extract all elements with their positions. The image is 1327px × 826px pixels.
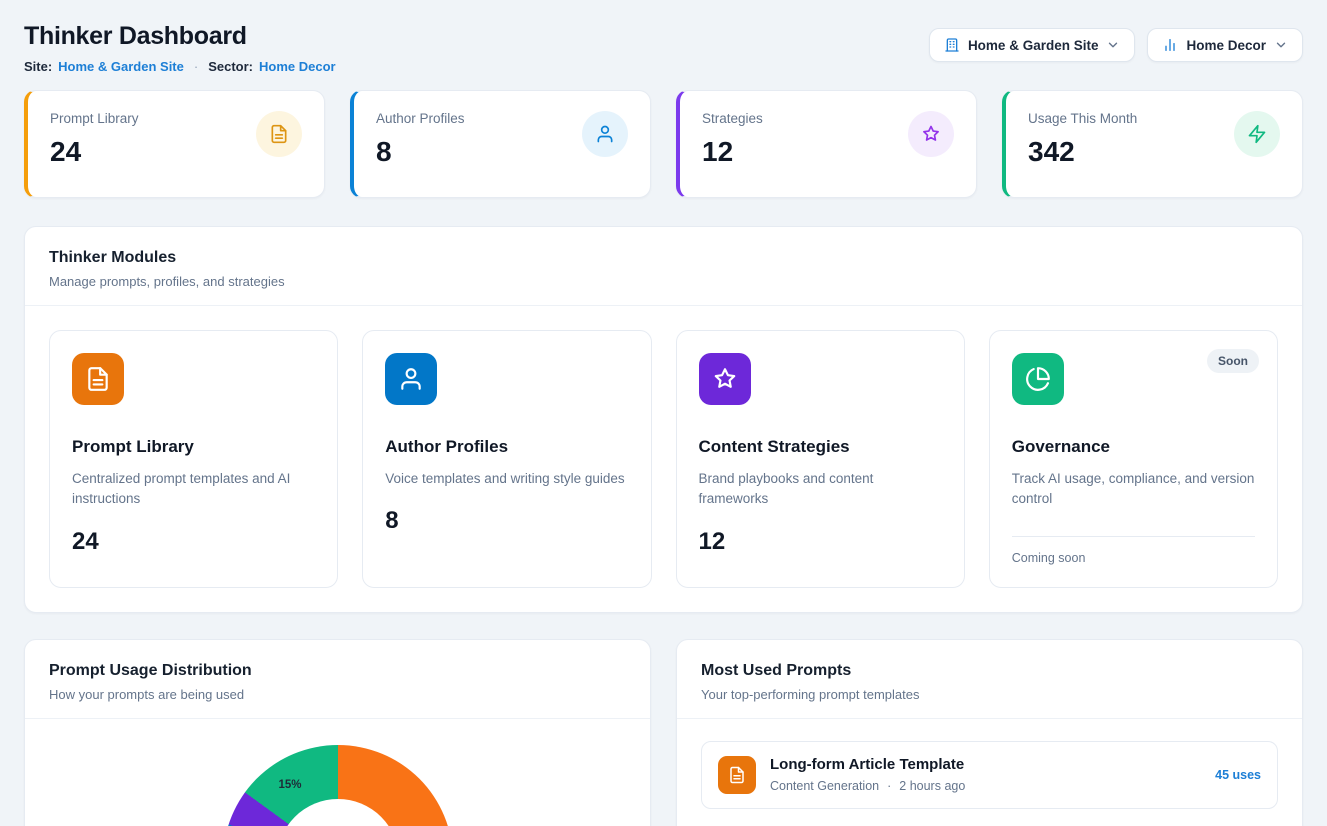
most-used-prompts-panel: Most Used Prompts Your top-performing pr… — [676, 639, 1303, 826]
stat-card-prompt-library: Prompt Library 24 — [24, 90, 325, 198]
page-header: Thinker Dashboard Site: Home & Garden Si… — [24, 22, 1303, 74]
module-count: 24 — [72, 528, 315, 556]
sector-selector-button[interactable]: Home Decor — [1147, 28, 1303, 62]
dashboard-page: Thinker Dashboard Site: Home & Garden Si… — [0, 0, 1327, 826]
prompt-item-time: 2 hours ago — [899, 779, 965, 793]
user-icon — [385, 353, 437, 405]
prompts-panel-header: Most Used Prompts Your top-performing pr… — [677, 640, 1302, 719]
modules-subtitle: Manage prompts, profiles, and strategies — [49, 274, 1278, 289]
breadcrumb-separator: · — [194, 59, 198, 74]
document-icon — [256, 111, 302, 157]
donut-chart: 15% — [223, 745, 453, 826]
module-title: Governance — [1012, 437, 1255, 457]
stat-card-strategies: Strategies 12 — [676, 90, 977, 198]
prompt-usage-panel: Prompt Usage Distribution How your promp… — [24, 639, 651, 826]
prompt-item-meta: Content Generation · 2 hours ago — [770, 779, 965, 793]
module-card-prompt-library[interactable]: Prompt Library Centralized prompt templa… — [49, 330, 338, 588]
document-icon — [72, 353, 124, 405]
document-icon — [718, 756, 756, 794]
uses-badge: 45 uses — [1215, 768, 1261, 782]
lightning-icon — [1234, 111, 1280, 157]
prompts-list: Long-form Article Template Content Gener… — [677, 719, 1302, 826]
prompt-item-title: Long-form Article Template — [770, 756, 965, 773]
divider — [1012, 536, 1255, 537]
breadcrumb: Site: Home & Garden Site · Sector: Home … — [24, 59, 336, 74]
bar-chart-icon — [1162, 37, 1178, 53]
meta-separator: · — [887, 779, 891, 793]
module-card-governance[interactable]: Soon Governance Track AI usage, complian… — [989, 330, 1278, 588]
coming-soon-text: Coming soon — [1012, 551, 1255, 565]
chevron-down-icon — [1274, 38, 1288, 52]
site-label: Site: — [24, 59, 52, 74]
building-icon — [944, 37, 960, 53]
usage-panel-title: Prompt Usage Distribution — [49, 662, 626, 680]
soon-badge: Soon — [1207, 349, 1259, 373]
site-selector-button[interactable]: Home & Garden Site — [929, 28, 1136, 62]
prompt-item-category: Content Generation — [770, 779, 879, 793]
donut-slice-label: 15% — [279, 779, 302, 791]
modules-title: Thinker Modules — [49, 249, 1278, 267]
module-description: Centralized prompt templates and AI inst… — [72, 469, 315, 510]
module-title: Prompt Library — [72, 437, 315, 457]
page-title: Thinker Dashboard — [24, 22, 336, 51]
module-description: Voice templates and writing style guides — [385, 469, 628, 489]
modules-grid: Prompt Library Centralized prompt templa… — [25, 306, 1302, 612]
module-card-author-profiles[interactable]: Author Profiles Voice templates and writ… — [362, 330, 651, 588]
site-selector-label: Home & Garden Site — [968, 38, 1099, 53]
prompts-panel-title: Most Used Prompts — [701, 662, 1278, 680]
sparkle-star-icon — [699, 353, 751, 405]
pie-chart-icon — [1012, 353, 1064, 405]
usage-panel-subtitle: How your prompts are being used — [49, 687, 626, 702]
stats-row: Prompt Library 24 Author Profiles 8 Stra… — [24, 90, 1303, 198]
site-link[interactable]: Home & Garden Site — [58, 59, 184, 74]
list-item[interactable]: Long-form Article Template Content Gener… — [701, 741, 1278, 809]
header-actions: Home & Garden Site Home Decor — [929, 28, 1303, 62]
usage-panel-header: Prompt Usage Distribution How your promp… — [25, 640, 650, 719]
usage-chart-area: 15% — [25, 719, 650, 826]
prompts-panel-subtitle: Your top-performing prompt templates — [701, 687, 1278, 702]
stat-card-author-profiles: Author Profiles 8 — [350, 90, 651, 198]
stat-card-usage: Usage This Month 342 — [1002, 90, 1303, 198]
module-title: Content Strategies — [699, 437, 942, 457]
sector-label: Sector: — [208, 59, 253, 74]
header-left: Thinker Dashboard Site: Home & Garden Si… — [24, 22, 336, 74]
modules-header: Thinker Modules Manage prompts, profiles… — [25, 227, 1302, 306]
sector-selector-label: Home Decor — [1186, 38, 1266, 53]
bottom-row: Prompt Usage Distribution How your promp… — [24, 639, 1303, 826]
sector-link[interactable]: Home Decor — [259, 59, 336, 74]
sparkle-star-icon — [908, 111, 954, 157]
module-title: Author Profiles — [385, 437, 628, 457]
module-description: Track AI usage, compliance, and version … — [1012, 469, 1255, 510]
prompt-item-text: Long-form Article Template Content Gener… — [770, 756, 965, 793]
chevron-down-icon — [1106, 38, 1120, 52]
user-icon — [582, 111, 628, 157]
thinker-modules-section: Thinker Modules Manage prompts, profiles… — [24, 226, 1303, 613]
module-count: 12 — [699, 528, 942, 556]
module-card-content-strategies[interactable]: Content Strategies Brand playbooks and c… — [676, 330, 965, 588]
module-count: 8 — [385, 507, 628, 535]
module-description: Brand playbooks and content frameworks — [699, 469, 942, 510]
